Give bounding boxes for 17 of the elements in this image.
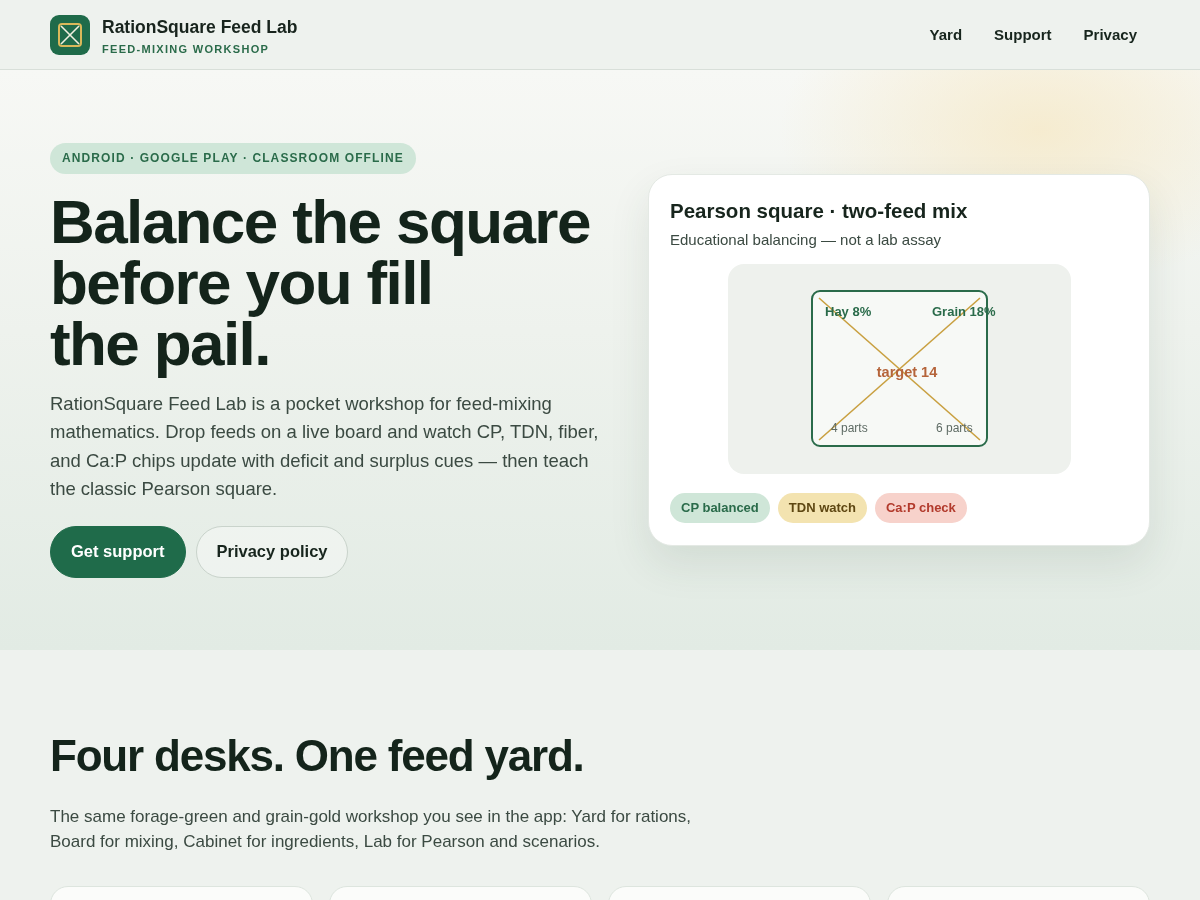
card-title: Pearson square · two-feed mix bbox=[670, 199, 969, 223]
primary-button[interactable]: Get support bbox=[50, 525, 186, 578]
hero-description: RationSquare Feed Lab is a pocket workshop for feed-mixing mathematics. Drop feeds on a live board and watch CP, TDN, fiber, and Ca:P chips update with deficit and surplus cues — then teach the classic Pearson square. bbox=[50, 391, 600, 501]
section-description: The same forage-green and grain-gold workshop you see in the app: Yard for rations, Board for mixing, Cabinet for ingredients, Lab for Pearson and scenarios. bbox=[50, 806, 693, 853]
platform-badge: ANDROID · GOOGLE PLAY · CLASSROOM OFFLINE bbox=[50, 142, 416, 174]
nav-link[interactable]: Support bbox=[994, 26, 1052, 43]
status-chip: Ca:P check bbox=[874, 493, 967, 523]
section-heading: Four desks. One feed yard. bbox=[50, 732, 585, 780]
logo-icon bbox=[50, 14, 90, 55]
status-chip: CP balanced bbox=[670, 493, 770, 523]
status-chip: TDN watch bbox=[777, 493, 867, 523]
brand-name: RationSquare Feed Lab bbox=[102, 17, 298, 37]
nav-link[interactable]: Yard bbox=[929, 26, 963, 43]
outline-button[interactable]: Privacy policy bbox=[195, 525, 349, 578]
nav-link[interactable]: Privacy bbox=[1083, 26, 1137, 43]
brand-tagline: FEED-MIXING WORKSHOP bbox=[102, 43, 271, 56]
card-subtitle: Educational balancing — not a lab assay bbox=[670, 230, 942, 250]
